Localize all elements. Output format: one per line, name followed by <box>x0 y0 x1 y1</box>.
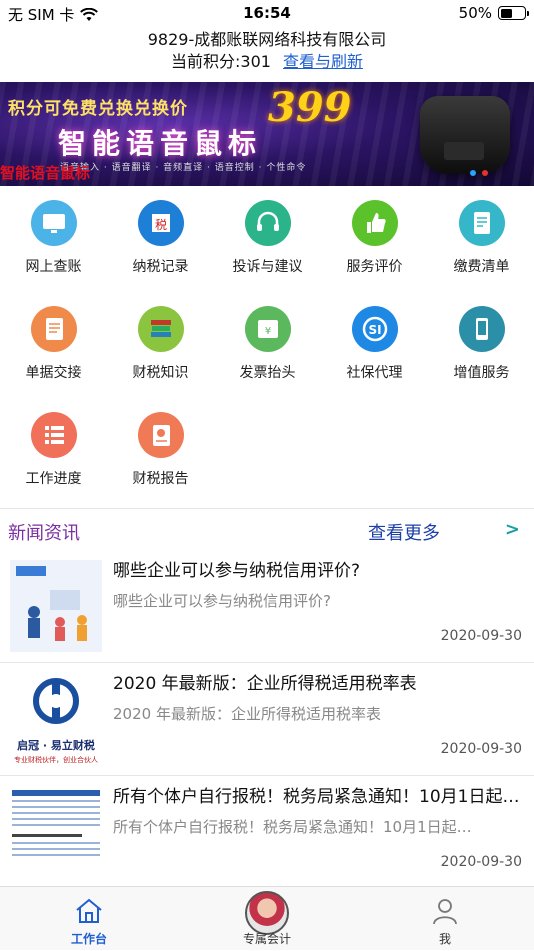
service-item[interactable]: 投诉与建议 <box>214 190 321 296</box>
company-logo-icon <box>33 678 79 724</box>
service-label: 纳税记录 <box>132 259 189 275</box>
points-row: 当前积分:301 查看与刷新 <box>0 51 534 73</box>
books-icon <box>137 306 184 352</box>
social-security-icon: SI <box>351 306 398 352</box>
document-icon <box>30 306 77 352</box>
bill-icon <box>458 200 505 246</box>
news-date: 2020-09-30 <box>440 854 522 870</box>
banner-features: 语音输入 · 语音翻译 · 音频直译 · 语音控制 · 个性命令 <box>60 163 307 173</box>
banner-main-text: 智能语音鼠标 <box>58 127 263 160</box>
service-item[interactable]: SI 社保代理 <box>321 296 428 402</box>
svg-text:税: 税 <box>154 218 166 232</box>
service-label: 增值服务 <box>453 365 510 381</box>
news-title: 哪些企业可以参与纳税信用评价? <box>113 561 361 581</box>
service-label: 缴费清单 <box>453 259 510 275</box>
service-item[interactable]: 服务评价 <box>321 190 428 296</box>
service-label: 单据交接 <box>25 365 82 381</box>
logo-text: 启冠 · 易立财税 <box>17 739 95 752</box>
news-summary: 哪些企业可以参与纳税信用评价? <box>113 592 331 610</box>
service-label: 社保代理 <box>346 365 403 381</box>
battery-percent: 50% <box>458 4 492 22</box>
tab-accountant[interactable]: 专属会计 <box>178 887 356 951</box>
banner-top-text: 积分可免费兑换兑换价 <box>8 99 188 119</box>
news-date: 2020-09-30 <box>440 628 522 644</box>
tab-label: 专属会计 <box>242 932 291 946</box>
news-title: 2020 年最新版：企业所得税适用税率表 <box>113 674 417 694</box>
service-label: 服务评价 <box>346 259 403 275</box>
battery-icon <box>498 6 529 20</box>
clock: 16:54 <box>243 4 291 22</box>
chevron-right-icon[interactable]: > <box>505 519 520 540</box>
service-item[interactable]: 税纳税记录 <box>107 190 214 296</box>
section-divider <box>0 508 534 509</box>
service-label: 财税知识 <box>132 365 189 381</box>
news-item[interactable]: 所有个体户自行报税！税务局紧急通知！10月1日起… 所有个体户自行报税！税务局紧… <box>0 776 534 888</box>
user-icon <box>433 899 457 925</box>
service-item[interactable]: 财税知识 <box>107 296 214 402</box>
tab-label: 我 <box>438 932 451 946</box>
company-name: 9829-成都账联网络科技有限公司 <box>147 30 387 49</box>
service-item[interactable]: 增值服务 <box>428 296 534 402</box>
progress-list-icon <box>30 412 77 458</box>
news-thumbnail <box>10 560 102 652</box>
news-date: 2020-09-30 <box>440 741 522 757</box>
service-item[interactable]: 工作进度 <box>0 402 107 508</box>
thumbs-up-icon <box>351 200 398 246</box>
service-item[interactable]: 财税报告 <box>107 402 214 508</box>
banner-caption: 智能语音鼠标 <box>0 164 91 182</box>
home-icon <box>76 898 102 923</box>
svg-text:SI: SI <box>368 323 381 337</box>
service-grid: 网上查账税纳税记录 投诉与建议 服务评价 缴费清单 单据交接 财税知识 ¥ 发票抬头 SI 社保代… <box>0 190 534 508</box>
phone-hand-icon <box>458 306 505 352</box>
battery-area: 50% <box>458 4 529 22</box>
mouse-product-image <box>420 96 510 174</box>
service-item[interactable]: 缴费清单 <box>428 190 534 296</box>
service-label: 网上查账 <box>25 259 82 275</box>
banner-pager[interactable] <box>470 170 488 176</box>
monitor-icon <box>30 200 77 246</box>
tab-bar: 工作台 专属会计 我 <box>0 886 534 950</box>
pager-dot[interactable] <box>470 170 476 176</box>
invoice-icon: ¥ <box>244 306 291 352</box>
tab-me[interactable]: 我 <box>356 887 534 951</box>
refresh-link[interactable]: 查看与刷新 <box>283 52 363 71</box>
service-label: 发票抬头 <box>239 365 296 381</box>
news-thumbnail: 启冠 · 易立财税 专业财税伙伴，创业合伙人 <box>10 673 102 765</box>
tax-record-icon: 税 <box>137 200 184 246</box>
news-section-title: 新闻资讯 <box>8 523 80 544</box>
service-label: 投诉与建议 <box>232 259 303 275</box>
points-label: 当前积分:301 <box>171 52 271 71</box>
tab-label: 工作台 <box>70 932 107 946</box>
logo-subtext: 专业财税伙伴，创业合伙人 <box>14 756 98 764</box>
headset-icon <box>244 200 291 246</box>
report-icon <box>137 412 184 458</box>
news-item[interactable]: 哪些企业可以参与纳税信用评价? 哪些企业可以参与纳税信用评价? 2020-09-… <box>0 550 534 662</box>
banner-price: 399 <box>268 84 352 131</box>
news-summary: 2020 年最新版：企业所得税适用税率表 <box>113 705 381 723</box>
pager-dot-active[interactable] <box>482 170 488 176</box>
table-thumb-icon <box>12 790 100 856</box>
tab-workbench[interactable]: 工作台 <box>0 887 178 951</box>
service-label: 财税报告 <box>132 471 189 487</box>
header: 9829-成都账联网络科技有限公司 当前积分:301 查看与刷新 <box>0 28 534 82</box>
news-item[interactable]: 启冠 · 易立财税 专业财税伙伴，创业合伙人 2020 年最新版：企业所得税适用… <box>0 663 534 775</box>
service-label: 工作进度 <box>25 471 82 487</box>
view-more-link[interactable]: 查看更多 <box>368 519 440 545</box>
avatar <box>245 891 289 935</box>
service-item[interactable]: ¥ 发票抬头 <box>214 296 321 402</box>
news-thumbnail <box>10 786 102 878</box>
service-item[interactable]: 单据交接 <box>0 296 107 402</box>
promo-banner[interactable]: 积分可免费兑换兑换价 399 智能语音鼠标 语音输入 · 语音翻译 · 音频直译… <box>0 82 534 186</box>
svg-text:¥: ¥ <box>264 326 270 337</box>
news-summary: 所有个体户自行报税！税务局紧急通知！10月1日起… <box>113 818 472 836</box>
illustration-thumb-icon <box>10 560 102 652</box>
news-header: 新闻资讯 查看更多 > <box>0 512 534 550</box>
status-bar: 无 SIM 卡 16:54 50% <box>0 0 534 28</box>
news-title: 所有个体户自行报税！税务局紧急通知！10月1日起… <box>113 787 520 807</box>
service-item[interactable]: 网上查账 <box>0 190 107 296</box>
